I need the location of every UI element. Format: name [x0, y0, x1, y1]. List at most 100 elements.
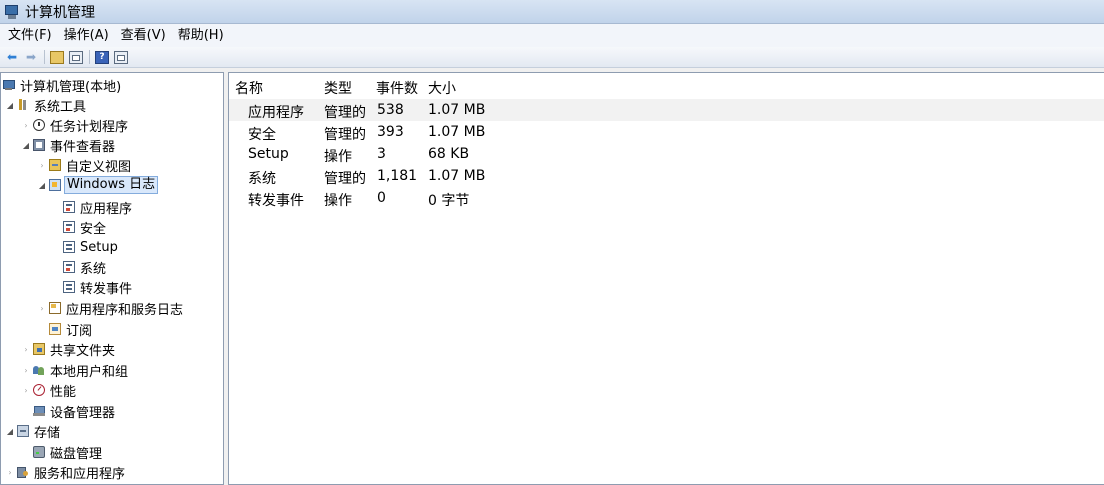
tree-item-label: 计算机管理(本地): [20, 79, 122, 95]
tree-item-subscriptions[interactable]: 订阅: [49, 319, 94, 339]
tree-item-label: 共享文件夹: [50, 343, 116, 359]
tree-item-label: 性能: [50, 384, 77, 400]
tree-item-app-service-logs[interactable]: › 应用程序和服务日志: [37, 298, 185, 318]
properties-icon[interactable]: [113, 49, 129, 65]
menu-help[interactable]: 帮助(H): [172, 26, 230, 46]
storage-icon: [17, 425, 29, 437]
table-row[interactable]: Setup 操作 3 68 KB: [229, 143, 1104, 165]
title-bar: 计算机管理: [0, 0, 1104, 24]
table-row[interactable]: 应用程序 管理的 538 1.07 MB: [229, 99, 1104, 121]
expand-open-icon[interactable]: ◢: [5, 101, 15, 110]
tree-item-computer-management[interactable]: 计算机管理(本地): [3, 75, 123, 95]
cell-event-count: 3: [377, 146, 386, 162]
menu-action[interactable]: 操作(A): [58, 26, 115, 46]
tree-item-log-forwarded[interactable]: 转发事件: [63, 277, 134, 297]
expand-closed-icon[interactable]: ›: [5, 468, 15, 477]
cell-type: 操作: [324, 193, 352, 209]
column-header-event-count[interactable]: 事件数: [376, 78, 418, 98]
help-icon[interactable]: ?: [94, 49, 110, 65]
log-icon: [63, 241, 75, 253]
computer-icon: [3, 79, 15, 91]
tree-item-label: 应用程序和服务日志: [66, 302, 184, 318]
expand-open-icon[interactable]: ◢: [37, 181, 47, 190]
tree-item-task-scheduler[interactable]: › 任务计划程序: [21, 115, 130, 135]
expand-closed-icon[interactable]: ›: [21, 386, 31, 395]
tree-item-services-apps[interactable]: › 服务和应用程序: [5, 462, 127, 482]
tree-item-label: 订阅: [66, 323, 93, 339]
tree-item-label: 系统: [80, 261, 107, 277]
tree-item-label: 自定义视图: [66, 159, 132, 175]
forward-arrow-icon[interactable]: ➡: [23, 49, 39, 65]
tree-item-windows-logs[interactable]: ◢ Windows 日志: [37, 175, 159, 195]
cell-type: 操作: [324, 149, 352, 165]
windows-logs-icon: [49, 179, 61, 191]
navigation-tree: 计算机管理(本地) ◢ 系统工具 › 任务计划程序 ◢ 事件查看器 › 自定义视…: [0, 72, 224, 485]
table-row[interactable]: 安全 管理的 393 1.07 MB: [229, 121, 1104, 143]
tree-item-label: 本地用户和组: [50, 364, 129, 380]
services-apps-icon: [17, 466, 29, 478]
tree-item-label: Windows 日志: [64, 176, 159, 194]
tree-item-label: Setup: [80, 239, 118, 255]
tree-item-shared-folders[interactable]: › 共享文件夹: [21, 339, 117, 359]
tree-item-storage[interactable]: ◢ 存储: [5, 421, 62, 441]
toolbar: ⬅ ➡ ?: [0, 47, 1104, 68]
column-header-size[interactable]: 大小: [428, 78, 456, 98]
disk-management-icon: [33, 446, 45, 458]
cell-type: 管理的: [324, 105, 366, 121]
log-icon: [63, 281, 75, 293]
shared-folders-icon: [33, 343, 45, 355]
column-header-type[interactable]: 类型: [324, 78, 352, 98]
cell-size: 0 字节: [428, 193, 470, 209]
tree-item-label: 任务计划程序: [50, 119, 129, 135]
task-scheduler-icon: [33, 119, 45, 131]
tree-item-system-tools[interactable]: ◢ 系统工具: [5, 95, 88, 115]
tree-item-disk-management[interactable]: 磁盘管理: [33, 442, 104, 462]
cell-type: 管理的: [324, 171, 366, 187]
tree-item-label: 系统工具: [34, 99, 87, 115]
tree-item-log-system[interactable]: 系统: [63, 257, 108, 277]
table-row[interactable]: 系统 管理的 1,181 1.07 MB: [229, 165, 1104, 187]
tree-item-event-viewer[interactable]: ◢ 事件查看器: [21, 135, 117, 155]
menu-file[interactable]: 文件(F): [2, 26, 58, 46]
column-header-name[interactable]: 名称: [235, 78, 263, 98]
tree-item-log-setup[interactable]: Setup: [63, 237, 120, 257]
log-icon: [63, 261, 75, 273]
tree-item-log-security[interactable]: 安全: [63, 217, 108, 237]
computer-management-icon: [4, 4, 20, 20]
column-header-row: 名称 类型 事件数 大小: [229, 73, 1104, 99]
expand-closed-icon[interactable]: ›: [21, 345, 31, 354]
cell-size: 1.07 MB: [428, 124, 486, 140]
menu-view[interactable]: 查看(V): [115, 26, 172, 46]
up-folder-icon[interactable]: [49, 49, 65, 65]
performance-icon: [33, 384, 45, 396]
expand-closed-icon[interactable]: ›: [21, 121, 31, 130]
tree-item-custom-views[interactable]: › 自定义视图: [37, 155, 133, 175]
menu-bar: 文件(F) 操作(A) 查看(V) 帮助(H): [0, 24, 1104, 47]
log-icon: [63, 201, 75, 213]
app-service-logs-icon: [49, 302, 61, 314]
expand-closed-icon[interactable]: ›: [37, 304, 47, 313]
tree-item-label: 转发事件: [80, 281, 133, 297]
tree-item-log-application[interactable]: 应用程序: [63, 197, 134, 217]
event-viewer-icon: [33, 139, 45, 151]
cell-size: 1.07 MB: [428, 102, 486, 118]
cell-name: 应用程序: [248, 105, 304, 121]
tree-item-local-users[interactable]: › 本地用户和组: [21, 360, 130, 380]
show-hide-tree-icon[interactable]: [68, 49, 84, 65]
expand-open-icon[interactable]: ◢: [21, 141, 31, 150]
local-users-icon: [33, 364, 45, 376]
back-arrow-icon[interactable]: ⬅: [4, 49, 20, 65]
cell-name: 转发事件: [248, 193, 304, 209]
subscriptions-icon: [49, 323, 61, 335]
expand-closed-icon[interactable]: ›: [21, 366, 31, 375]
table-row[interactable]: 转发事件 操作 0 0 字节: [229, 187, 1104, 209]
tree-item-performance[interactable]: › 性能: [21, 380, 78, 400]
cell-name: Setup: [248, 146, 289, 162]
system-tools-icon: [17, 99, 29, 111]
expand-open-icon[interactable]: ◢: [5, 427, 15, 436]
tree-item-device-manager[interactable]: 设备管理器: [33, 401, 117, 421]
tree-item-label: 服务和应用程序: [34, 466, 126, 482]
tree-item-label: 磁盘管理: [50, 446, 103, 462]
expand-closed-icon[interactable]: ›: [37, 161, 47, 170]
cell-name: 系统: [248, 171, 276, 187]
